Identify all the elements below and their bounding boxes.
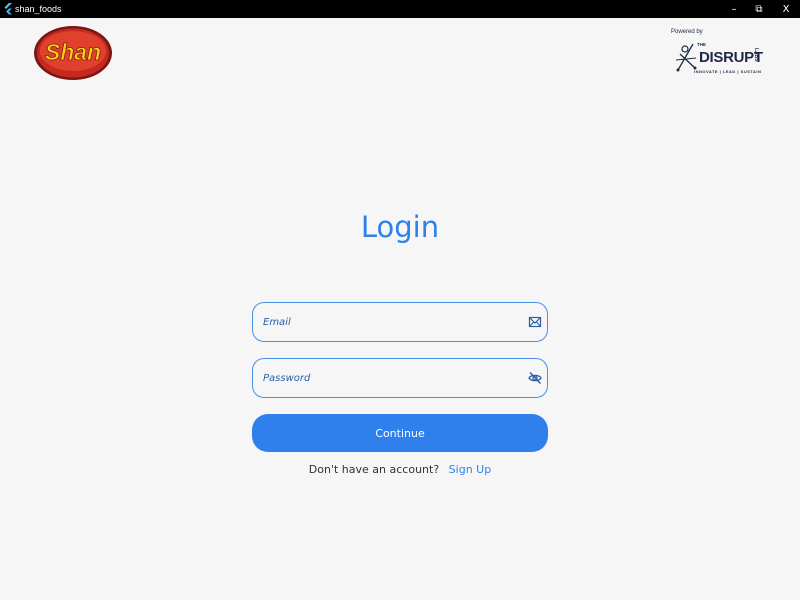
shan-logo-text: Shan <box>45 39 101 65</box>
disrupt-tagline: INNOVATE | LEAD | SUSTAIN <box>694 69 762 74</box>
maximize-button[interactable]: ⧉ <box>745 0 773 18</box>
signup-row: Don't have an account? Sign Up <box>0 463 800 476</box>
disrupt-labs-text: LABS <box>753 48 759 62</box>
close-icon: X <box>782 3 790 15</box>
continue-button[interactable]: Continue <box>252 414 548 452</box>
shan-logo: Shan <box>34 26 112 80</box>
eye-off-icon[interactable] <box>528 371 542 385</box>
minimize-button[interactable]: – <box>720 0 748 18</box>
window-title: shan_foods <box>15 4 62 14</box>
powered-by-label: Powered by <box>671 29 703 35</box>
restore-icon: ⧉ <box>755 3 763 15</box>
envelope-icon <box>528 316 542 328</box>
signup-link[interactable]: Sign Up <box>449 463 492 476</box>
email-input[interactable] <box>263 303 523 341</box>
password-input[interactable] <box>263 359 523 397</box>
signup-prompt: Don't have an account? <box>308 463 440 476</box>
login-title: Login <box>360 210 440 244</box>
close-button[interactable]: X <box>772 0 800 18</box>
minimize-icon: – <box>731 3 737 15</box>
flutter-app-icon <box>4 3 12 15</box>
window-titlebar: shan_foods – ⧉ X <box>0 0 800 18</box>
password-field[interactable] <box>252 358 548 398</box>
disrupt-the-text: THE <box>697 42 706 47</box>
email-field[interactable] <box>252 302 548 342</box>
